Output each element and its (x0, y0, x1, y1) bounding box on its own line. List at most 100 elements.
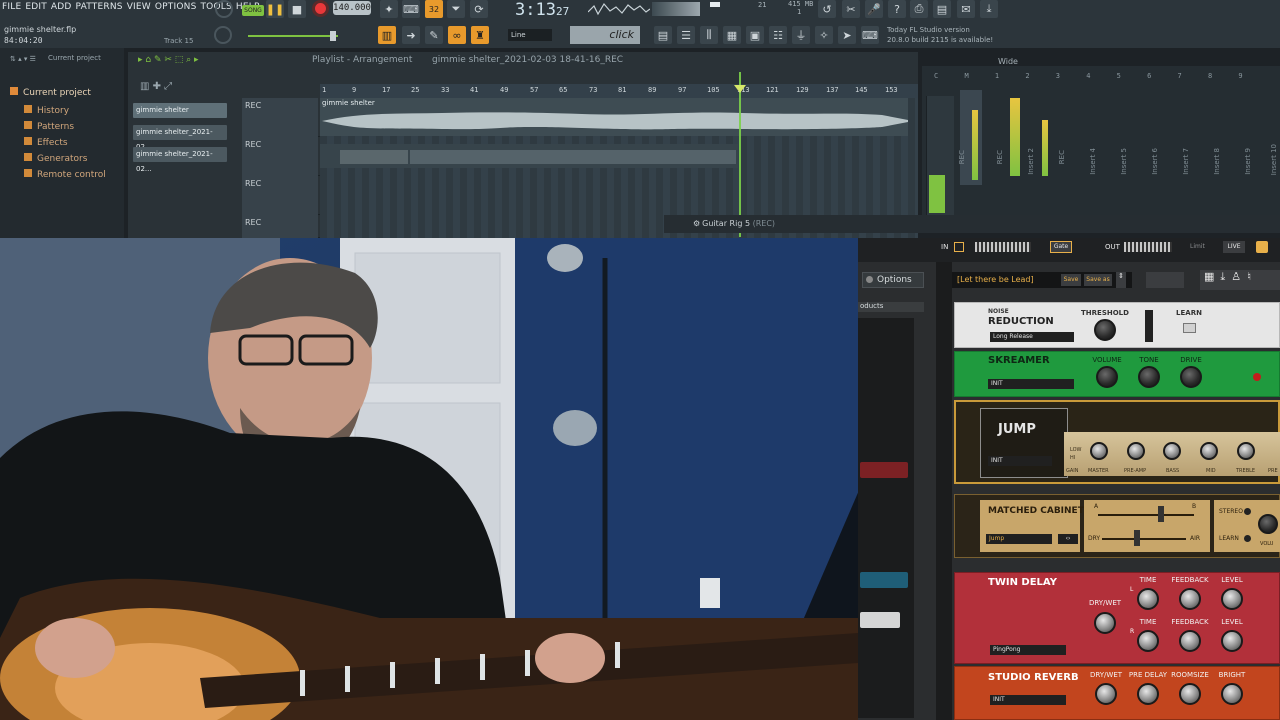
sidebar-component-red[interactable] (860, 462, 908, 478)
browser-item-generators[interactable]: Generators (24, 153, 87, 164)
mixer-icon[interactable]: ⫼ (700, 26, 718, 44)
link-icon[interactable]: ∞ (448, 26, 466, 44)
browser-item-patterns[interactable]: Patterns (24, 121, 74, 132)
channel-rack-icon[interactable]: ☰ (677, 26, 695, 44)
jump-bass-knob[interactable] (1163, 442, 1181, 460)
live-button[interactable]: LIVE (1223, 241, 1245, 253)
jump-preamp-knob[interactable] (1127, 442, 1145, 460)
skreamer-preset-select[interactable]: INIT (988, 379, 1074, 389)
master-volume-slider[interactable] (248, 35, 338, 37)
preset-stepper-icon[interactable]: ⇕ (1116, 272, 1126, 288)
arrow-right-icon[interactable]: ➜ (402, 26, 420, 44)
delay-feedback-r-knob[interactable] (1179, 630, 1201, 652)
mixer-wide-label[interactable]: Wide (998, 57, 1018, 66)
download-icon[interactable]: ⤓ (980, 0, 998, 18)
pause-icon[interactable]: ❚❚ (266, 0, 284, 18)
reverb-bright-knob[interactable] (1221, 683, 1243, 705)
power-icon[interactable] (1256, 241, 1268, 253)
menu-patterns[interactable]: PATTERNS (76, 2, 123, 12)
noise-mode-select[interactable]: Long Release (990, 332, 1074, 342)
delay-preset-select[interactable]: PingPong (990, 645, 1066, 655)
cut-icon[interactable]: ✂ (842, 0, 860, 18)
skreamer-volume-knob[interactable] (1096, 366, 1118, 388)
snap-icon[interactable]: ✦ (380, 0, 398, 18)
piano-roll-view-icon[interactable]: ▦ (723, 26, 741, 44)
save-preset-button[interactable]: Save (1061, 274, 1081, 286)
master-volume-handle[interactable] (330, 31, 336, 41)
menu-edit[interactable]: EDIT (25, 2, 47, 12)
piano-roll-icon[interactable]: ▥ (378, 26, 396, 44)
plugin-picker-icon[interactable]: ☷ (769, 26, 787, 44)
cabinet-air-slider[interactable] (1102, 538, 1186, 540)
timeline-ruler[interactable]: 1 9 17 25 33 41 49 57 65 73 81 89 97 105… (320, 84, 918, 98)
playlist-toolbar[interactable]: ▥ ✚ ⤢ (140, 81, 172, 92)
menu-view[interactable]: VIEW (127, 2, 151, 12)
countdown-icon[interactable]: ⏷ (447, 0, 465, 18)
cabinet-ab-handle[interactable] (1158, 506, 1164, 522)
jump-master-knob[interactable] (1090, 442, 1108, 460)
track-header[interactable]: REC (242, 215, 318, 238)
delay-level-r-knob[interactable] (1221, 630, 1243, 652)
jump-preset-select[interactable]: INIT (988, 456, 1052, 466)
jump-gain-switch[interactable]: LOW HI (1070, 446, 1082, 462)
sidebar-component-blue[interactable] (860, 572, 908, 588)
reverb-predelay-knob[interactable] (1137, 683, 1159, 705)
track-row[interactable]: REC (242, 176, 918, 215)
delay-time-r-knob[interactable] (1137, 630, 1159, 652)
delay-feedback-l-knob[interactable] (1179, 588, 1201, 610)
mixer-strip-current[interactable] (960, 90, 982, 185)
metronome-sound-field[interactable]: click (570, 26, 640, 44)
microphone-icon[interactable]: 🎤 (865, 0, 883, 18)
chat-icon[interactable]: ✉ (957, 0, 975, 18)
browser-item-current-project[interactable]: Current project (10, 87, 91, 98)
track-header[interactable]: REC (242, 176, 318, 215)
cabinet-ab-slider[interactable] (1098, 514, 1194, 516)
stereo-toggle[interactable] (1244, 508, 1251, 515)
sidebar-component-grey[interactable] (860, 612, 900, 628)
learn-button[interactable] (1183, 323, 1196, 333)
playhead[interactable] (739, 72, 741, 237)
delay-level-l-knob[interactable] (1221, 588, 1243, 610)
picker-item[interactable]: gimmie shelter (133, 103, 227, 118)
help-icon[interactable]: ? (888, 0, 906, 18)
cabinet-preset-select[interactable]: Jump (986, 534, 1052, 544)
playlist-icon[interactable]: ▤ (654, 26, 672, 44)
jump-treble-knob[interactable] (1237, 442, 1255, 460)
tuner-icon[interactable]: ✧ (815, 26, 833, 44)
delay-drywet-knob[interactable] (1094, 612, 1116, 634)
menu-add[interactable]: ADD (51, 2, 72, 12)
browser-header[interactable]: Current project (48, 54, 101, 62)
master-pitch-knob[interactable] (215, 0, 233, 18)
song-mode-toggle[interactable]: SONG (242, 5, 264, 16)
stop-icon[interactable]: ■ (288, 0, 306, 18)
undo-icon[interactable]: ↺ (818, 0, 836, 18)
render-icon[interactable]: ⎙ (910, 0, 928, 18)
menu-options[interactable]: OPTIONS (155, 2, 197, 12)
typing-keyboard-icon[interactable]: ⌨ (402, 0, 420, 18)
delay-time-l-knob[interactable] (1137, 588, 1159, 610)
skreamer-tone-knob[interactable] (1138, 366, 1160, 388)
jump-mid-knob[interactable] (1200, 442, 1218, 460)
playlist-tools[interactable]: ▸ ⌂ ✎ ✂ ⬚ ⌕ ▸ (138, 55, 199, 65)
input-channel-button[interactable] (954, 242, 964, 252)
browser-item-history[interactable]: History (24, 105, 69, 116)
track-header[interactable]: REC (242, 98, 318, 137)
plug-icon[interactable]: ⏚ (792, 26, 810, 44)
cabinet-stepper-icon[interactable]: ‹› (1058, 534, 1078, 544)
step-edit-icon[interactable]: 32 (425, 0, 443, 18)
reverb-preset-select[interactable]: INIT (990, 695, 1066, 705)
browser-toolbar[interactable]: ⇅ ▴ ▾ ☰ (10, 55, 36, 63)
track-grid[interactable] (320, 176, 918, 215)
record-button[interactable] (312, 0, 329, 17)
products-tab[interactable]: oducts (858, 302, 924, 312)
touch-keyboard-icon[interactable]: ⌨ (861, 26, 879, 44)
rack-tools[interactable]: ▦⤓♙♮ (1200, 270, 1280, 290)
snap-selector[interactable]: Line (508, 29, 552, 41)
reverb-drywet-knob[interactable] (1095, 683, 1117, 705)
cabinet-air-handle[interactable] (1134, 530, 1140, 546)
menu-file[interactable]: FILE (2, 2, 21, 12)
browser-item-effects[interactable]: Effects (24, 137, 68, 148)
reverb-roomsize-knob[interactable] (1179, 683, 1201, 705)
skreamer-drive-knob[interactable] (1180, 366, 1202, 388)
save-icon[interactable]: ▤ (933, 0, 951, 18)
